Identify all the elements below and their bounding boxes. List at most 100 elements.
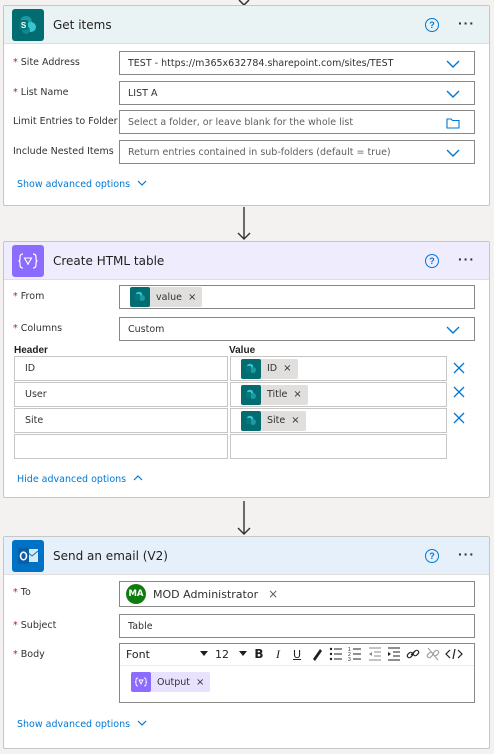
data-operation-icon <box>131 672 151 692</box>
numbered-list-icon[interactable]: 123 <box>348 644 362 664</box>
limit-folder-row: Limit Entries to Folder Select a folder,… <box>13 110 475 134</box>
remove-token-icon[interactable]: × <box>293 389 301 400</box>
help-icon[interactable]: ? <box>425 549 439 563</box>
remove-recipient-icon[interactable]: × <box>268 587 278 601</box>
more-options-icon[interactable]: ··· <box>458 15 475 31</box>
subject-label: * Subject <box>13 620 57 631</box>
help-icon[interactable]: ? <box>425 254 439 268</box>
header-cell-empty[interactable] <box>14 434 228 459</box>
delete-row-icon[interactable] <box>452 411 466 425</box>
svg-text:S: S <box>21 21 27 30</box>
outlook-icon <box>12 539 44 572</box>
decrease-indent-icon[interactable] <box>368 644 382 664</box>
connector-arrow <box>237 207 251 240</box>
font-select[interactable]: Font <box>126 644 208 664</box>
nested-items-dropdown[interactable]: Return entries contained in sub-folders … <box>119 140 475 164</box>
subject-input[interactable]: Table <box>119 614 475 638</box>
chevron-down-icon <box>446 149 460 157</box>
folder-icon[interactable] <box>446 116 460 130</box>
body-label: * Body <box>13 649 45 660</box>
chevron-down-icon <box>446 90 460 98</box>
send-email-header[interactable]: Send an email (V2) ? ··· <box>4 537 489 575</box>
sharepoint-icon: S <box>12 8 44 41</box>
more-options-icon[interactable]: ··· <box>458 546 475 562</box>
chevron-down-icon <box>446 326 460 334</box>
more-options-icon[interactable]: ··· <box>458 251 475 267</box>
unlink-icon[interactable] <box>426 644 440 664</box>
to-input[interactable]: MA MOD Administrator × <box>119 581 475 607</box>
sharepoint-icon <box>241 410 261 431</box>
list-name-label: * List Name <box>13 87 69 98</box>
to-label: * To <box>13 587 31 598</box>
increase-indent-icon[interactable] <box>387 644 401 664</box>
remove-token-icon[interactable]: × <box>188 292 196 303</box>
recipient-token[interactable]: MA MOD Administrator × <box>126 583 278 605</box>
avatar: MA <box>126 584 146 604</box>
body-row: * Body Font 12 B I U 123 Output × <box>13 643 475 703</box>
create-html-table-header[interactable]: Create HTML table ? ··· <box>4 242 489 280</box>
site-address-dropdown[interactable]: TEST - https://m365x632784.sharepoint.co… <box>119 51 475 75</box>
body-editor[interactable]: Font 12 B I U 123 Output × <box>119 643 475 703</box>
columns-row: * Columns Custom <box>13 317 475 341</box>
code-view-icon[interactable] <box>445 644 463 664</box>
rich-text-toolbar: Font 12 B I U 123 <box>120 644 474 666</box>
header-cell[interactable]: ID <box>14 356 228 381</box>
from-input[interactable]: value × <box>119 285 475 309</box>
remove-token-icon[interactable]: × <box>283 363 291 374</box>
sharepoint-icon <box>130 287 150 307</box>
show-advanced-options-link[interactable]: Show advanced options <box>17 719 147 730</box>
limit-folder-label: Limit Entries to Folder <box>13 116 118 127</box>
get-items-header[interactable]: S Get items ? ··· <box>4 6 489 44</box>
chevron-down-icon <box>137 180 147 186</box>
bold-icon[interactable]: B <box>252 644 266 664</box>
list-name-row: * List Name LIST A <box>13 81 475 105</box>
site-address-row: * Site Address TEST - https://m365x63278… <box>13 51 475 75</box>
to-row: * To MA MOD Administrator × <box>13 581 475 607</box>
data-operation-icon <box>12 244 44 277</box>
font-size-select[interactable]: 12 <box>215 644 247 664</box>
link-icon[interactable] <box>406 644 420 664</box>
highlight-pen-icon[interactable] <box>310 644 324 664</box>
caret-down-icon <box>239 651 247 656</box>
list-name-dropdown[interactable]: LIST A <box>119 81 475 105</box>
from-label: * From <box>13 291 45 302</box>
create-html-table-title: Create HTML table <box>53 253 165 268</box>
get-items-card: S Get items ? ··· * Site Address TEST - … <box>3 5 490 206</box>
underline-icon[interactable]: U <box>290 644 304 664</box>
bulleted-list-icon[interactable] <box>329 644 343 664</box>
hide-advanced-options-link[interactable]: Hide advanced options <box>17 474 143 485</box>
value-cell-empty[interactable] <box>230 434 447 459</box>
remove-token-icon[interactable]: × <box>291 415 299 426</box>
site-address-label: * Site Address <box>13 57 80 68</box>
create-html-table-card: Create HTML table ? ··· * From value × *… <box>3 241 490 498</box>
dynamic-token[interactable]: Title × <box>241 384 308 405</box>
connector-arrow <box>237 501 251 535</box>
value-cell[interactable]: Site × <box>230 408 447 433</box>
get-items-title: Get items <box>53 17 112 32</box>
from-row: * From value × <box>13 285 475 309</box>
columns-dropdown[interactable]: Custom <box>119 317 475 341</box>
dynamic-token[interactable]: value × <box>130 287 203 307</box>
delete-row-icon[interactable] <box>452 361 466 375</box>
value-cell[interactable]: Title × <box>230 382 447 407</box>
show-advanced-options-link[interactable]: Show advanced options <box>17 179 147 190</box>
italic-icon[interactable]: I <box>271 644 285 664</box>
send-email-card: Send an email (V2) ? ··· * To MA MOD Adm… <box>3 536 490 749</box>
chevron-down-icon <box>137 720 147 726</box>
dynamic-token[interactable]: Site × <box>241 410 306 431</box>
delete-row-icon[interactable] <box>452 385 466 399</box>
caret-down-icon <box>200 651 208 656</box>
columns-label: * Columns <box>13 323 63 334</box>
value-column-label: Value <box>229 345 256 356</box>
svg-text:3: 3 <box>348 657 351 663</box>
dynamic-token[interactable]: Output × <box>131 672 211 692</box>
header-cell[interactable]: Site <box>14 408 228 433</box>
help-icon[interactable]: ? <box>425 18 439 32</box>
dynamic-token[interactable]: ID × <box>241 358 298 379</box>
limit-folder-input[interactable]: Select a folder, or leave blank for the … <box>119 110 475 134</box>
header-cell[interactable]: User <box>14 382 228 407</box>
nested-items-row: Include Nested Items Return entries cont… <box>13 140 475 164</box>
remove-token-icon[interactable]: × <box>196 677 204 688</box>
value-cell[interactable]: ID × <box>230 356 447 381</box>
chevron-down-icon <box>446 60 460 68</box>
